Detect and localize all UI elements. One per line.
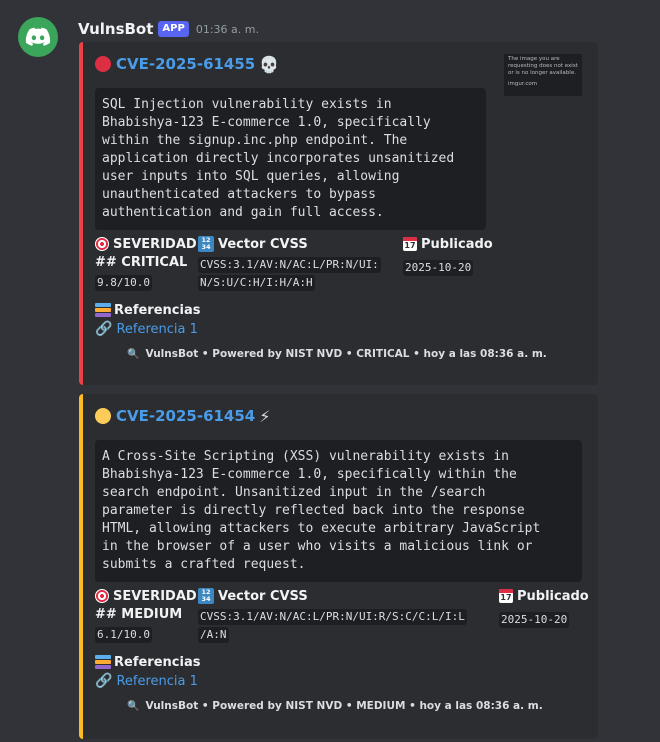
target-icon <box>95 237 109 251</box>
embed-cve-critical: CVE-2025-61455 💀 The image you are reque… <box>79 42 598 385</box>
field-published-label: Publicado <box>421 236 493 252</box>
field-severity: SEVERIDAD ## MEDIUM 6.1/10.0 <box>95 587 197 643</box>
embed-title-row: CVE-2025-61455 💀 <box>95 52 279 76</box>
calendar-icon: 17 <box>499 589 513 603</box>
message-header: VulnsBot APP 01:36 a. m. <box>78 18 259 40</box>
embed-title-row: CVE-2025-61454 ⚡ <box>95 404 270 428</box>
reference-link-1[interactable]: Referencia 1 <box>116 322 197 337</box>
embed-footer: 🔍 VulnsBot • Powered by NIST NVD • MEDIU… <box>127 700 543 712</box>
yellow-circle-icon <box>95 408 111 424</box>
field-cvss-label: Vector CVSS <box>218 588 308 604</box>
username[interactable]: VulnsBot <box>78 20 153 38</box>
cvss-vector-line2: /A:N <box>198 627 229 643</box>
embed-footer-text: VulnsBot • Powered by NIST NVD • MEDIUM … <box>145 700 543 712</box>
severity-value: ## MEDIUM <box>95 607 183 622</box>
app-badge: APP <box>158 21 189 37</box>
cvss-vector-line2: N/S:U/C:H/I:H/A:H <box>198 275 315 291</box>
bot-avatar[interactable] <box>18 17 58 57</box>
lightning-icon: ⚡ <box>259 406 271 426</box>
embed-title-link[interactable]: CVE-2025-61454 <box>116 407 255 425</box>
field-cvss-vector: 12 34 Vector CVSS CVSS:3.1/AV:N/AC:L/PR:N/… <box>198 235 398 292</box>
red-circle-icon <box>95 56 111 72</box>
reference-link-1[interactable]: Referencia 1 <box>116 674 197 689</box>
cvss-vector-line1: CVSS:3.1/AV:N/AC:L/PR:N/UI: <box>198 257 381 273</box>
magnifier-icon: 🔍 <box>127 348 140 360</box>
embed-footer: 🔍 VulnsBot • Powered by NIST NVD • CRITI… <box>127 348 547 360</box>
numbers-1234-icon: 12 34 <box>198 588 214 604</box>
field-published: 17 Publicado 2025-10-20 <box>499 587 589 628</box>
published-date: 2025-10-20 <box>499 612 570 628</box>
cvss-score: 6.1/10.0 <box>95 627 152 643</box>
field-references-label: Referencias <box>114 654 201 670</box>
embed-description: A Cross-Site Scripting (XSS) vulnerabili… <box>95 440 582 582</box>
field-cvss-label: Vector CVSS <box>218 236 308 252</box>
severity-value: ## CRITICAL <box>95 255 188 270</box>
embed-thumbnail[interactable]: The image you are requesting does not ex… <box>504 54 582 96</box>
books-icon <box>95 655 111 669</box>
calendar-icon: 17 <box>403 237 417 251</box>
numbers-1234-icon: 12 34 <box>198 236 214 252</box>
field-severity-label: SEVERIDAD <box>113 588 197 604</box>
books-icon <box>95 303 111 317</box>
published-date: 2025-10-20 <box>403 260 474 276</box>
cvss-vector-line1: CVSS:3.1/AV:N/AC:L/PR:N/UI:R/S:C/C:L/I:L <box>198 609 467 625</box>
discord-logo-icon <box>25 27 51 46</box>
field-severity: SEVERIDAD ## CRITICAL 9.8/10.0 <box>95 235 197 291</box>
thumbnail-site: imgur.com <box>508 81 538 87</box>
field-severity-label: SEVERIDAD <box>113 236 197 252</box>
field-published-label: Publicado <box>517 588 589 604</box>
link-icon: 🔗 <box>95 673 113 689</box>
message-timestamp[interactable]: 01:36 a. m. <box>196 23 259 36</box>
field-references: Referencias 🔗 Referencia 1 <box>95 653 200 689</box>
embed-title-link[interactable]: CVE-2025-61455 <box>116 55 255 73</box>
field-cvss-vector: 12 34 Vector CVSS CVSS:3.1/AV:N/AC:L/PR:N/… <box>198 587 498 644</box>
magnifier-icon: 🔍 <box>127 700 140 712</box>
target-icon <box>95 589 109 603</box>
link-icon: 🔗 <box>95 321 113 337</box>
cvss-score: 9.8/10.0 <box>95 275 152 291</box>
embed-footer-text: VulnsBot • Powered by NIST NVD • CRITICA… <box>145 348 547 360</box>
embed-description: SQL Injection vulnerability exists in Bh… <box>95 88 486 230</box>
thumbnail-text: The image you are requesting does not ex… <box>508 56 578 76</box>
field-published: 17 Publicado 2025-10-20 <box>403 235 493 276</box>
field-references-label: Referencias <box>114 302 201 318</box>
field-references: Referencias 🔗 Referencia 1 <box>95 301 200 337</box>
skull-icon: 💀 <box>259 54 280 74</box>
embed-cve-medium: CVE-2025-61454 ⚡ A Cross-Site Scripting … <box>79 394 598 739</box>
